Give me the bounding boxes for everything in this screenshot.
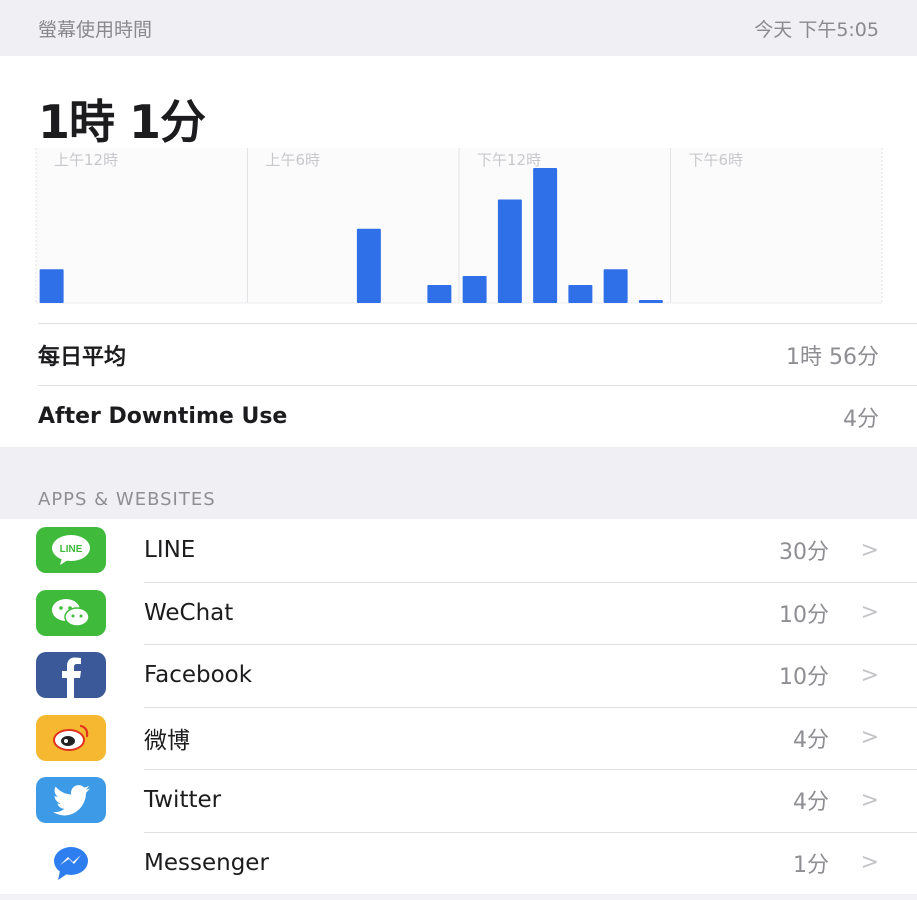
app-name: LINE bbox=[144, 537, 196, 564]
section-gap bbox=[0, 447, 917, 489]
app-time: 10分 bbox=[779, 602, 829, 628]
app-row-twitter[interactable]: Twitter 4分 > bbox=[0, 769, 917, 832]
app-row-wechat[interactable]: WeChat 10分 > bbox=[0, 581, 917, 645]
app-row-messenger[interactable]: Messenger 1分 > bbox=[0, 831, 917, 895]
header-bar: 螢幕使用時間 今天 下午5:05 bbox=[0, 0, 917, 56]
date-label: 今天 下午5:05 bbox=[754, 18, 879, 41]
app-name: Facebook bbox=[144, 662, 253, 689]
app-time: 30分 bbox=[779, 540, 829, 566]
wechat-icon bbox=[36, 589, 106, 636]
app-name: Twitter bbox=[144, 787, 222, 814]
chart-x-tick-label: 下午12時 bbox=[477, 151, 541, 169]
chart-bar-hour-12 bbox=[462, 276, 487, 303]
app-name: Messenger bbox=[144, 849, 269, 876]
chart-x-tick-label: 上午6時 bbox=[266, 151, 321, 169]
chart-x-tick-label: 下午6時 bbox=[689, 151, 744, 169]
app-name: 微博 bbox=[144, 727, 190, 754]
chart-bar-hour-0 bbox=[39, 269, 64, 303]
usage-chart[interactable]: 上午12時 上午6時 下午12時 下午6時 bbox=[0, 148, 917, 323]
chart-bar-hour-11 bbox=[427, 285, 452, 303]
total-time: 1時 1分 bbox=[38, 95, 206, 149]
line-icon: LINE bbox=[36, 527, 106, 574]
svg-text:LINE: LINE bbox=[60, 544, 83, 555]
app-time: 1分 bbox=[793, 852, 829, 878]
weibo-icon bbox=[36, 714, 106, 761]
app-time: 4分 bbox=[793, 727, 829, 753]
apps-section-header: APPS & WEBSITES bbox=[0, 489, 917, 519]
after-downtime-row: After Downtime Use 4分 bbox=[38, 385, 917, 447]
twitter-icon bbox=[36, 777, 106, 824]
chart-bar-hour-15 bbox=[568, 285, 593, 303]
daily-average-label: 每日平均 bbox=[38, 344, 127, 370]
summary-card: 1時 1分 上午12時 上午6時 下午12時 下午6時 每日平均 1時 56分 Aft… bbox=[0, 56, 917, 447]
app-row-facebook[interactable]: Facebook 10分 > bbox=[0, 644, 917, 707]
chevron-right-icon: > bbox=[860, 600, 879, 626]
chart-bar-hour-16 bbox=[603, 269, 628, 303]
daily-average-value: 1時 56分 bbox=[786, 344, 879, 370]
chevron-right-icon: > bbox=[860, 787, 879, 813]
chart-bar-hour-9 bbox=[356, 228, 381, 303]
app-time: 4分 bbox=[793, 790, 829, 816]
app-row-line[interactable]: LINE LINE 30分 > bbox=[0, 519, 917, 582]
chart-x-tick-label: 上午12時 bbox=[54, 151, 118, 169]
screen-time-title: 螢幕使用時間 bbox=[38, 18, 153, 41]
chart-bar-hour-17 bbox=[638, 300, 663, 303]
app-time: 10分 bbox=[779, 665, 829, 691]
app-name: WeChat bbox=[144, 599, 234, 626]
chevron-right-icon: > bbox=[860, 662, 879, 688]
apps-list: LINE LINE 30分 > WeChat 10分 > Facebook 10… bbox=[0, 519, 917, 894]
after-downtime-label: After Downtime Use bbox=[38, 404, 288, 429]
daily-average-row: 每日平均 1時 56分 bbox=[38, 323, 917, 385]
chart-bar-hour-14 bbox=[533, 168, 558, 303]
usage-chart-svg: 上午12時 上午6時 下午12時 下午6時 bbox=[35, 148, 883, 304]
chevron-right-icon: > bbox=[860, 537, 879, 563]
app-row-weibo[interactable]: 微博 4分 > bbox=[0, 706, 917, 770]
chevron-right-icon: > bbox=[860, 725, 879, 751]
messenger-icon bbox=[36, 839, 106, 886]
chevron-right-icon: > bbox=[860, 850, 879, 876]
facebook-icon bbox=[36, 652, 106, 699]
after-downtime-value: 4分 bbox=[843, 406, 879, 432]
chart-bar-hour-13 bbox=[497, 199, 522, 303]
